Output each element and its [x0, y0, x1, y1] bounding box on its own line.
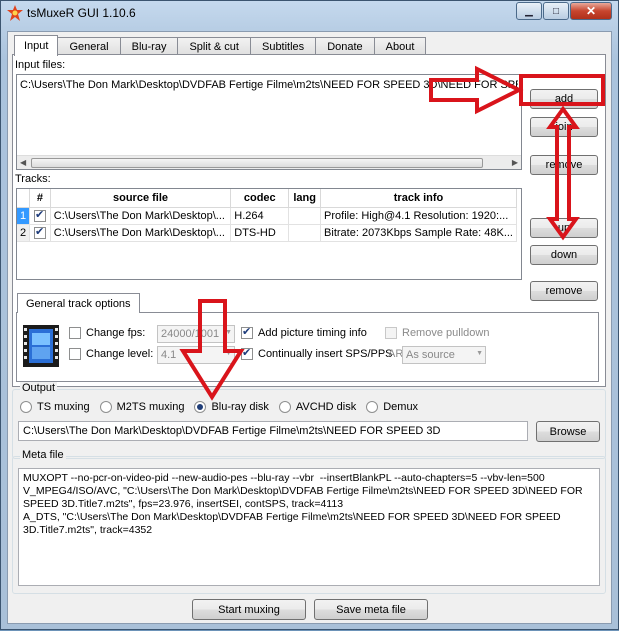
meta-file-text[interactable]: MUXOPT --no-pcr-on-video-pid --new-audio… — [18, 468, 600, 586]
close-button[interactable]: ✕ — [570, 2, 612, 20]
tracks-label: Tracks: — [15, 173, 51, 185]
client-area: Input General Blu-ray Split & cut Subtit… — [7, 31, 612, 624]
row-number[interactable]: 2 — [17, 224, 31, 242]
blu-ray-disk-radio[interactable] — [194, 401, 207, 413]
change-fps-label: Change fps: — [86, 327, 146, 339]
change-level-label: Change level: — [86, 348, 154, 360]
col-rownum — [17, 189, 31, 208]
down-button[interactable]: down — [530, 245, 598, 265]
start-muxing-button[interactable]: Start muxing — [192, 599, 306, 620]
col-track-info[interactable]: track info — [320, 189, 517, 208]
tracks-table[interactable]: # source file codec lang track info 1 C:… — [16, 188, 522, 280]
add-button[interactable]: add — [530, 89, 598, 109]
demux-radio[interactable] — [366, 401, 379, 413]
ts-muxing-label[interactable]: TS muxing — [37, 401, 90, 413]
level-select[interactable]: 4.1 ▼ — [157, 346, 235, 364]
fps-select[interactable]: 24000/1001 ▼ — [157, 325, 235, 343]
film-strip-icon — [23, 325, 59, 367]
tab-general-track-options[interactable]: General track options — [17, 293, 140, 313]
insert-sps-checkbox[interactable] — [241, 346, 253, 360]
browse-button[interactable]: Browse — [536, 421, 600, 442]
app-window: tsMuxeR GUI 1.10.6 ▁ □ ✕ Input General B… — [0, 0, 619, 630]
track-lang[interactable] — [288, 224, 322, 242]
track-info: Bitrate: 2073Kbps Sample Rate: 48K... — [320, 224, 517, 242]
track-source: C:\Users\The Don Mark\Desktop\... — [50, 207, 232, 225]
change-fps-checkbox[interactable] — [69, 327, 81, 339]
scroll-thumb[interactable] — [31, 158, 483, 168]
input-files-list[interactable]: C:\Users\The Don Mark\Desktop\DVDFAB Fer… — [16, 74, 522, 170]
up-button[interactable]: up — [530, 218, 598, 238]
row-number[interactable]: 1 — [17, 207, 31, 225]
track-codec: DTS-HD — [230, 224, 290, 242]
col-number[interactable]: # — [29, 189, 51, 208]
ar-value: As source — [406, 349, 455, 361]
picture-timing-checkbox[interactable] — [241, 325, 253, 339]
ar-select[interactable]: As source ▼ — [402, 346, 486, 364]
m2ts-muxing-radio[interactable] — [99, 401, 112, 413]
output-label: Output — [20, 382, 58, 394]
input-files-label: Input files: — [15, 59, 66, 71]
track-enable-cell[interactable] — [29, 224, 51, 242]
app-logo-icon — [7, 5, 23, 21]
blu-ray-disk-label[interactable]: Blu-ray disk — [211, 401, 268, 413]
table-row[interactable]: 2 C:\Users\The Don Mark\Desktop\... DTS-… — [17, 224, 517, 242]
track-enable-cell[interactable] — [29, 207, 51, 225]
track-enable-checkbox[interactable] — [33, 208, 46, 222]
remove-track-button[interactable]: remove — [530, 281, 598, 301]
maximize-button[interactable]: □ — [543, 2, 569, 20]
tab-input[interactable]: Input — [14, 35, 59, 56]
output-path-field[interactable]: C:\Users\The Don Mark\Desktop\DVDFAB Fer… — [18, 421, 528, 441]
fps-value: 24000/1001 — [161, 328, 220, 340]
change-level-checkbox[interactable] — [69, 348, 81, 360]
tracks-header-row: # source file codec lang track info — [17, 189, 517, 208]
input-files-scrollbar[interactable]: ◀ ▶ — [17, 155, 521, 169]
avchd-disk-radio[interactable] — [278, 401, 291, 413]
demux-label[interactable]: Demux — [383, 401, 418, 413]
track-lang[interactable] — [288, 207, 322, 225]
close-icon: ✕ — [585, 4, 597, 18]
input-file-item[interactable]: C:\Users\The Don Mark\Desktop\DVDFAB Fer… — [20, 79, 518, 91]
main-tabs: Input General Blu-ray Split & cut Subtit… — [14, 35, 427, 56]
maximize-icon: □ — [552, 5, 560, 17]
meta-file-label: Meta file — [20, 449, 66, 461]
table-row[interactable]: 1 C:\Users\The Don Mark\Desktop\... H.26… — [17, 207, 517, 225]
col-lang[interactable]: lang — [288, 189, 322, 208]
ts-muxing-radio[interactable] — [20, 401, 32, 413]
input-tab-panel: Input files: C:\Users\The Don Mark\Deskt… — [12, 54, 606, 387]
track-codec: H.264 — [230, 207, 290, 225]
output-mode-radios: TS muxing M2TS muxing Blu-ray disk AVCHD… — [20, 401, 428, 413]
col-codec[interactable]: codec — [230, 189, 290, 208]
track-enable-checkbox[interactable] — [33, 225, 46, 239]
chevron-down-icon: ▼ — [225, 350, 232, 357]
remove-pulldown-label: Remove pulldown — [402, 327, 490, 339]
col-source-file[interactable]: source file — [50, 189, 232, 208]
insert-sps-label: Continually insert SPS/PPS — [258, 348, 393, 360]
track-options-panel: Change fps: 24000/1001 ▼ Change level: 4.… — [16, 312, 599, 382]
chevron-down-icon: ▼ — [476, 350, 483, 357]
avchd-disk-label[interactable]: AVCHD disk — [296, 401, 356, 413]
ar-label: AR — [388, 348, 404, 360]
chevron-down-icon: ▼ — [225, 329, 232, 336]
level-value: 4.1 — [161, 349, 177, 361]
remove-file-button[interactable]: remove — [530, 155, 598, 175]
minimize-icon: ▁ — [525, 5, 533, 17]
scroll-right-icon[interactable]: ▶ — [512, 158, 518, 167]
m2ts-muxing-label[interactable]: M2TS muxing — [117, 401, 185, 413]
picture-timing-label: Add picture timing info — [258, 327, 367, 339]
minimize-button[interactable]: ▁ — [516, 2, 542, 20]
title-bar[interactable]: tsMuxeR GUI 1.10.6 ▁ □ ✕ — [1, 1, 618, 27]
track-info: Profile: High@4.1 Resolution: 1920:... — [320, 207, 517, 225]
save-meta-file-button[interactable]: Save meta file — [314, 599, 428, 620]
window-title: tsMuxeR GUI 1.10.6 — [27, 6, 136, 20]
join-button[interactable]: join — [530, 117, 598, 137]
remove-pulldown-checkbox[interactable] — [385, 327, 397, 339]
scroll-left-icon[interactable]: ◀ — [20, 158, 26, 167]
track-source: C:\Users\The Don Mark\Desktop\... — [50, 224, 232, 242]
